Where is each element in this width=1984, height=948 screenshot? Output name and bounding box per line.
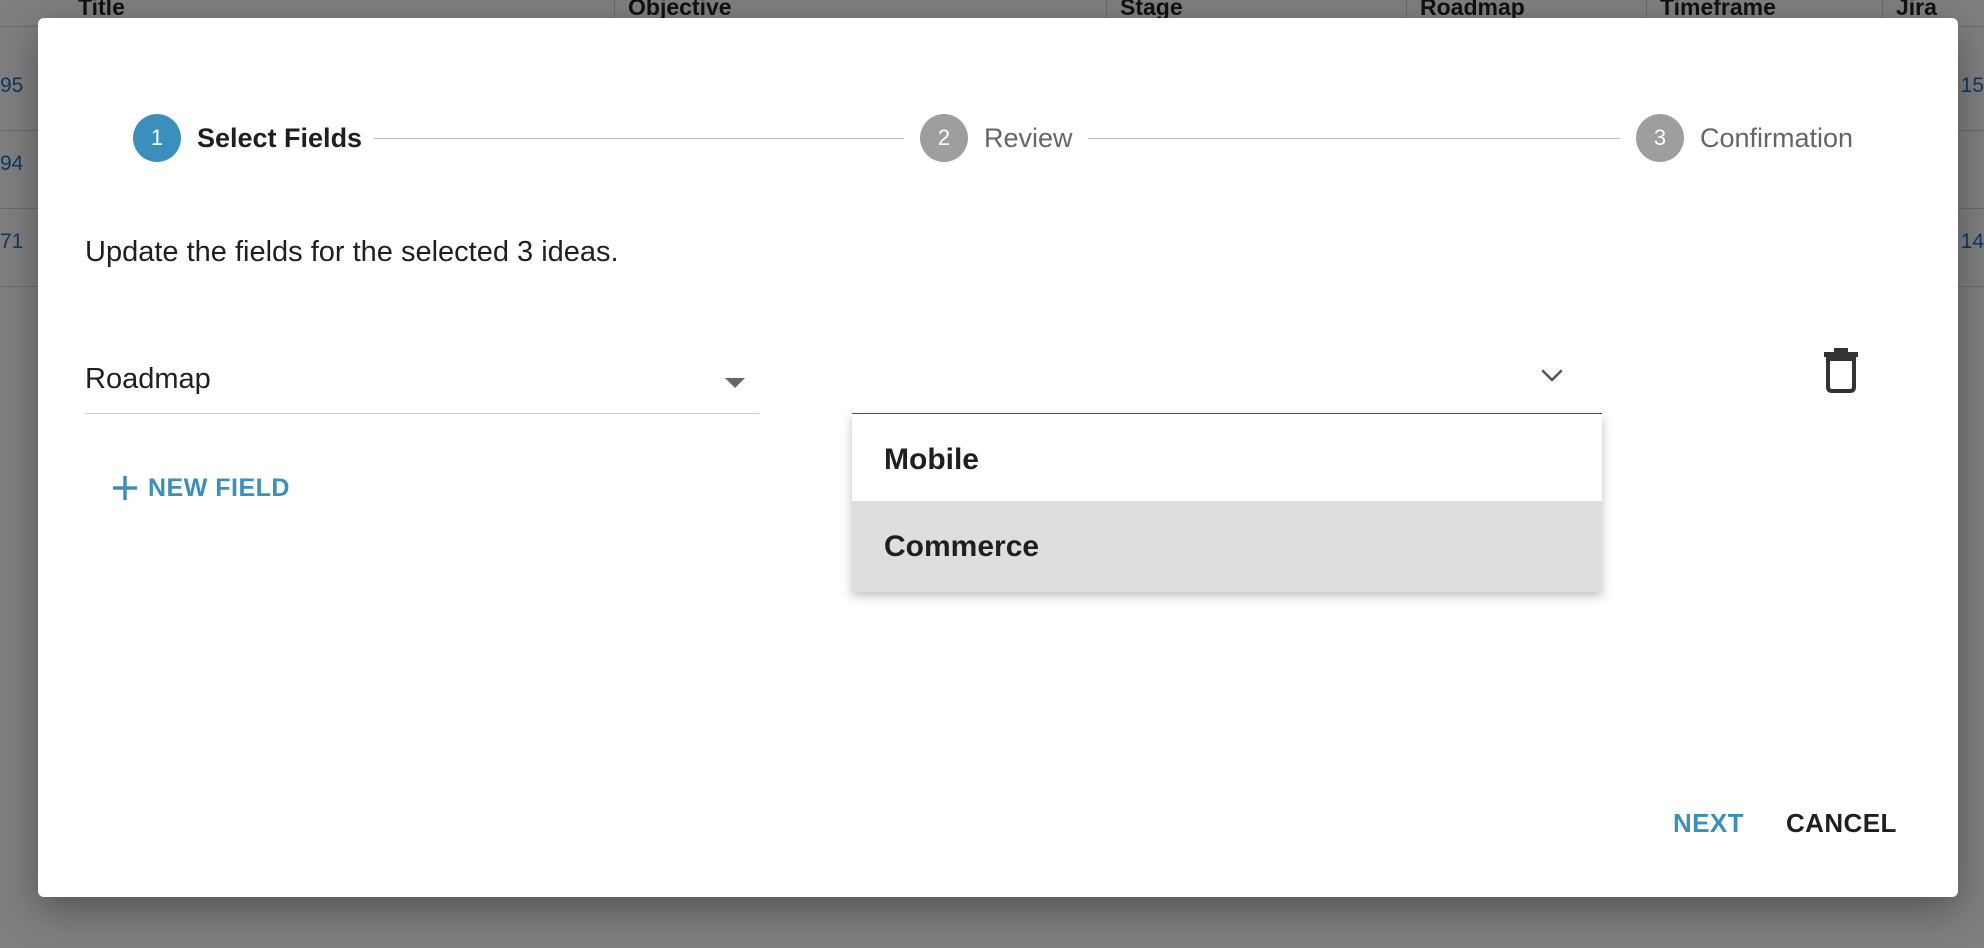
step-connector — [1088, 138, 1620, 139]
value-dropdown-menu: Mobile Commerce — [852, 414, 1602, 592]
trash-icon[interactable] — [1821, 345, 1861, 393]
instructions-text: Update the fields for the selected 3 ide… — [85, 236, 619, 268]
step-3-label: Confirmation — [1700, 123, 1854, 153]
new-field-button[interactable]: NEW FIELD — [110, 462, 290, 514]
chevron-down-icon[interactable] — [1540, 363, 1564, 387]
step-2-label: Review — [984, 123, 1073, 153]
caret-down-icon — [725, 378, 745, 388]
step-1-indicator: 1 — [133, 114, 181, 162]
field-select[interactable]: Roadmap — [85, 343, 759, 414]
plus-icon — [113, 476, 137, 500]
next-button[interactable]: NEXT — [1673, 800, 1744, 846]
dropdown-option-mobile[interactable]: Mobile — [852, 414, 1602, 505]
step-2-indicator: 2 — [920, 114, 968, 162]
step-1-label: Select Fields — [197, 123, 363, 153]
bulk-update-dialog: 1 Select Fields 2 Review 3 Confirmation … — [38, 18, 1958, 897]
step-3-indicator: 3 — [1636, 114, 1684, 162]
cancel-button[interactable]: CANCEL — [1786, 800, 1897, 846]
new-field-label: NEW FIELD — [148, 473, 290, 502]
dropdown-option-commerce[interactable]: Commerce — [852, 501, 1602, 592]
value-select[interactable] — [852, 343, 1602, 416]
field-select-value: Roadmap — [85, 363, 211, 395]
step-connector — [374, 138, 904, 139]
